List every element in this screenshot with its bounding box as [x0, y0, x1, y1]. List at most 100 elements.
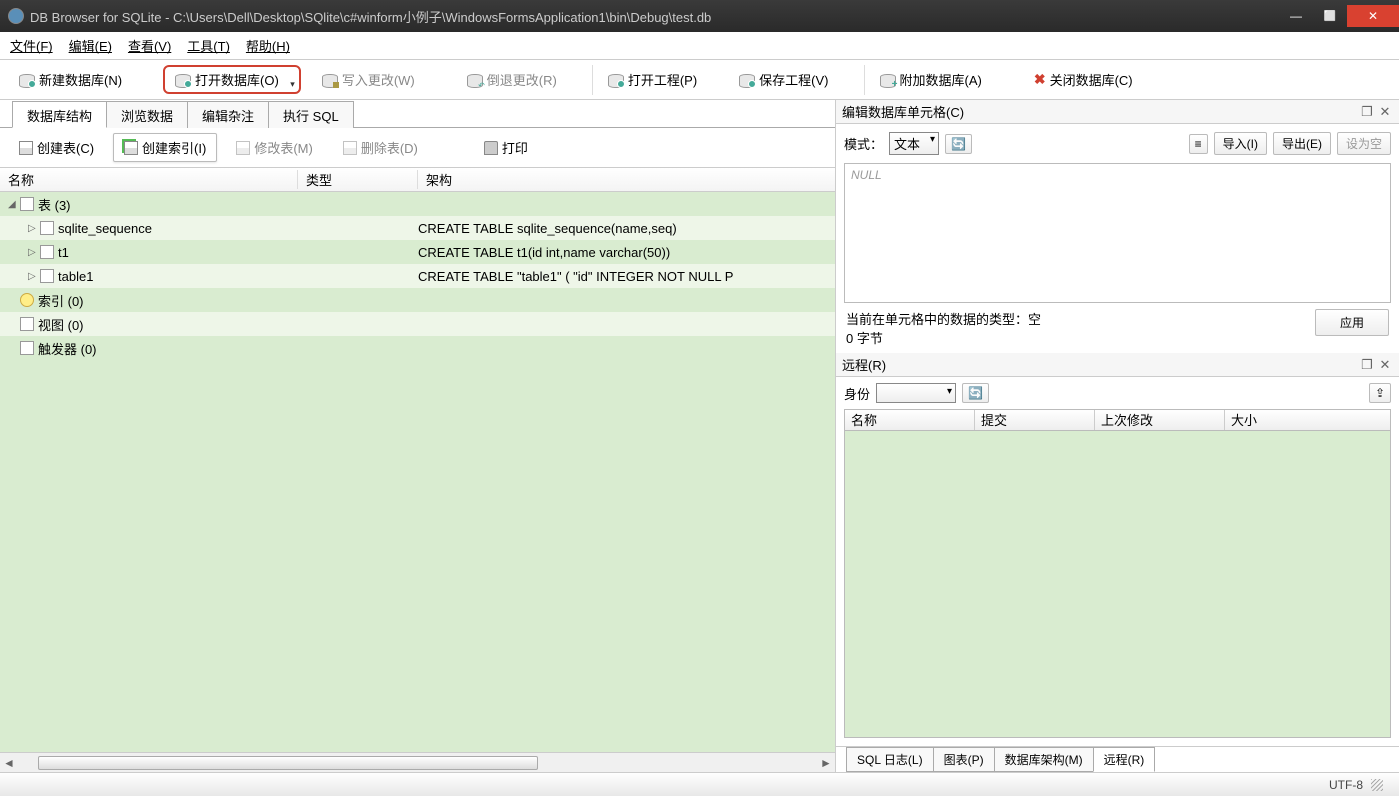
database-open-icon — [175, 72, 191, 88]
write-changes-button[interactable]: 写入更改(W) — [311, 65, 426, 94]
tree-header: 名称 类型 架构 — [0, 168, 835, 192]
project-save-icon — [739, 72, 755, 88]
remote-panel-header: 远程(R) ❐ ✕ — [836, 353, 1399, 377]
attach-icon — [880, 72, 896, 88]
identity-label: 身份 — [844, 384, 870, 403]
close-icon: ✖ — [1034, 71, 1046, 88]
save-project-button[interactable]: 保存工程(V) — [728, 65, 839, 94]
expander-icon[interactable]: ▷ — [28, 271, 40, 282]
identity-refresh-button[interactable]: 🔄 — [962, 383, 989, 403]
tab-chart[interactable]: 图表(P) — [933, 747, 995, 772]
set-null-button[interactable]: 设为空 — [1337, 132, 1391, 155]
mode-label: 模式： — [844, 134, 883, 153]
tab-sql-log[interactable]: SQL 日志(L) — [846, 747, 934, 772]
create-table-button[interactable]: 创建表(C) — [8, 133, 105, 162]
write-icon — [322, 72, 338, 88]
tab-structure[interactable]: 数据库结构 — [12, 101, 107, 128]
project-open-icon — [608, 72, 624, 88]
triggers-node[interactable]: 触发器 (0) — [38, 339, 97, 358]
encoding-label: UTF-8 — [1329, 778, 1363, 792]
print-button[interactable]: 打印 — [473, 133, 539, 162]
remote-col-modified[interactable]: 上次修改 — [1095, 410, 1225, 430]
header-type[interactable]: 类型 — [298, 170, 418, 189]
views-node[interactable]: 视图 (0) — [38, 315, 84, 334]
indent-button[interactable]: ≡ — [1189, 134, 1208, 154]
window-title: DB Browser for SQLite - C:\Users\Dell\De… — [30, 7, 1279, 26]
print-icon — [484, 141, 498, 155]
structure-toolbar: 创建表(C) 创建索引(I) 修改表(M) 删除表(D) 打印 — [0, 128, 835, 168]
tables-node[interactable]: 表 (3) — [38, 195, 71, 214]
close-database-button[interactable]: ✖关闭数据库(C) — [1023, 65, 1144, 94]
expander-icon[interactable]: ▷ — [28, 247, 40, 258]
close-panel-icon[interactable]: ✕ — [1377, 357, 1393, 373]
menu-help[interactable]: 帮助(H) — [246, 36, 290, 55]
trigger-node-icon — [20, 341, 34, 355]
remote-table[interactable] — [844, 431, 1391, 738]
tab-browse[interactable]: 浏览数据 — [106, 101, 188, 128]
remote-col-size[interactable]: 大小 — [1225, 410, 1390, 430]
open-project-button[interactable]: 打开工程(P) — [597, 65, 708, 94]
table-node[interactable]: t1 — [58, 245, 69, 260]
identity-select[interactable] — [876, 383, 956, 403]
titlebar: DB Browser for SQLite - C:\Users\Dell\De… — [0, 0, 1399, 32]
revert-changes-button[interactable]: 倒退更改(R) — [456, 65, 568, 94]
undock-icon[interactable]: ❐ — [1359, 357, 1375, 373]
expander-icon[interactable]: ▷ — [28, 223, 40, 234]
app-icon — [8, 8, 24, 24]
minimize-button[interactable] — [1279, 5, 1313, 27]
resize-grip-icon[interactable] — [1371, 779, 1383, 791]
close-panel-icon[interactable]: ✕ — [1377, 104, 1393, 120]
indexes-node[interactable]: 索引 (0) — [38, 291, 84, 310]
scroll-thumb[interactable] — [38, 756, 538, 770]
cell-editor[interactable]: NULL — [844, 163, 1391, 303]
menu-view[interactable]: 查看(V) — [128, 36, 171, 55]
index-icon — [124, 141, 138, 155]
table-node[interactable]: table1 — [58, 269, 93, 284]
modify-table-button[interactable]: 修改表(M) — [225, 133, 324, 162]
new-database-button[interactable]: 新建数据库(N) — [8, 65, 133, 94]
table-node[interactable]: sqlite_sequence — [58, 221, 152, 236]
delete-table-button[interactable]: 删除表(D) — [332, 133, 429, 162]
expander-icon[interactable]: ◢ — [8, 199, 20, 210]
close-button[interactable] — [1347, 5, 1399, 27]
identity-push-button[interactable]: ⇪ — [1369, 383, 1391, 403]
apply-button[interactable]: 应用 — [1315, 309, 1389, 336]
menu-file[interactable]: 文件(F) — [10, 36, 53, 55]
revert-icon — [467, 72, 483, 88]
horizontal-scrollbar[interactable]: ◄ ► — [0, 752, 835, 772]
tab-sql[interactable]: 执行 SQL — [268, 101, 354, 128]
open-database-button[interactable]: 打开数据库(O) — [163, 65, 301, 94]
menubar: 文件(F) 编辑(E) 查看(V) 工具(T) 帮助(H) — [0, 32, 1399, 60]
mode-select[interactable]: 文本 — [889, 132, 939, 155]
import-button[interactable]: 导入(I) — [1214, 132, 1267, 155]
create-index-button[interactable]: 创建索引(I) — [113, 133, 217, 162]
tab-remote[interactable]: 远程(R) — [1093, 747, 1156, 772]
cell-panel-header: 编辑数据库单元格(C) ❐ ✕ — [836, 100, 1399, 124]
header-name[interactable]: 名称 — [0, 170, 298, 189]
cell-type-info: 当前在单元格中的数据的类型：空 — [846, 309, 1315, 328]
scroll-right-icon[interactable]: ► — [817, 756, 835, 770]
main-toolbar: 新建数据库(N) 打开数据库(O) 写入更改(W) 倒退更改(R) 打开工程(P… — [0, 60, 1399, 100]
remote-col-commit[interactable]: 提交 — [975, 410, 1095, 430]
remote-panel-title: 远程(R) — [842, 355, 1357, 374]
cell-panel-title: 编辑数据库单元格(C) — [842, 102, 1357, 121]
table-icon — [40, 221, 54, 235]
tab-db-schema[interactable]: 数据库架构(M) — [994, 747, 1094, 772]
scroll-left-icon[interactable]: ◄ — [0, 756, 18, 770]
view-node-icon — [20, 317, 34, 331]
index-node-icon — [20, 293, 34, 307]
tables-node-icon — [20, 197, 34, 211]
undock-icon[interactable]: ❐ — [1359, 104, 1375, 120]
tab-pragma[interactable]: 编辑杂注 — [187, 101, 269, 128]
menu-tools[interactable]: 工具(T) — [187, 36, 230, 55]
maximize-button[interactable] — [1313, 5, 1347, 27]
table-icon — [40, 269, 54, 283]
attach-database-button[interactable]: 附加数据库(A) — [869, 65, 993, 94]
header-schema[interactable]: 架构 — [418, 170, 835, 189]
statusbar: UTF-8 — [0, 772, 1399, 796]
menu-edit[interactable]: 编辑(E) — [69, 36, 112, 55]
schema-tree[interactable]: ◢表 (3) ▷sqlite_sequenceCREATE TABLE sqli… — [0, 192, 835, 752]
export-button[interactable]: 导出(E) — [1273, 132, 1331, 155]
mode-refresh-button[interactable]: 🔄 — [945, 134, 972, 154]
remote-col-name[interactable]: 名称 — [845, 410, 975, 430]
